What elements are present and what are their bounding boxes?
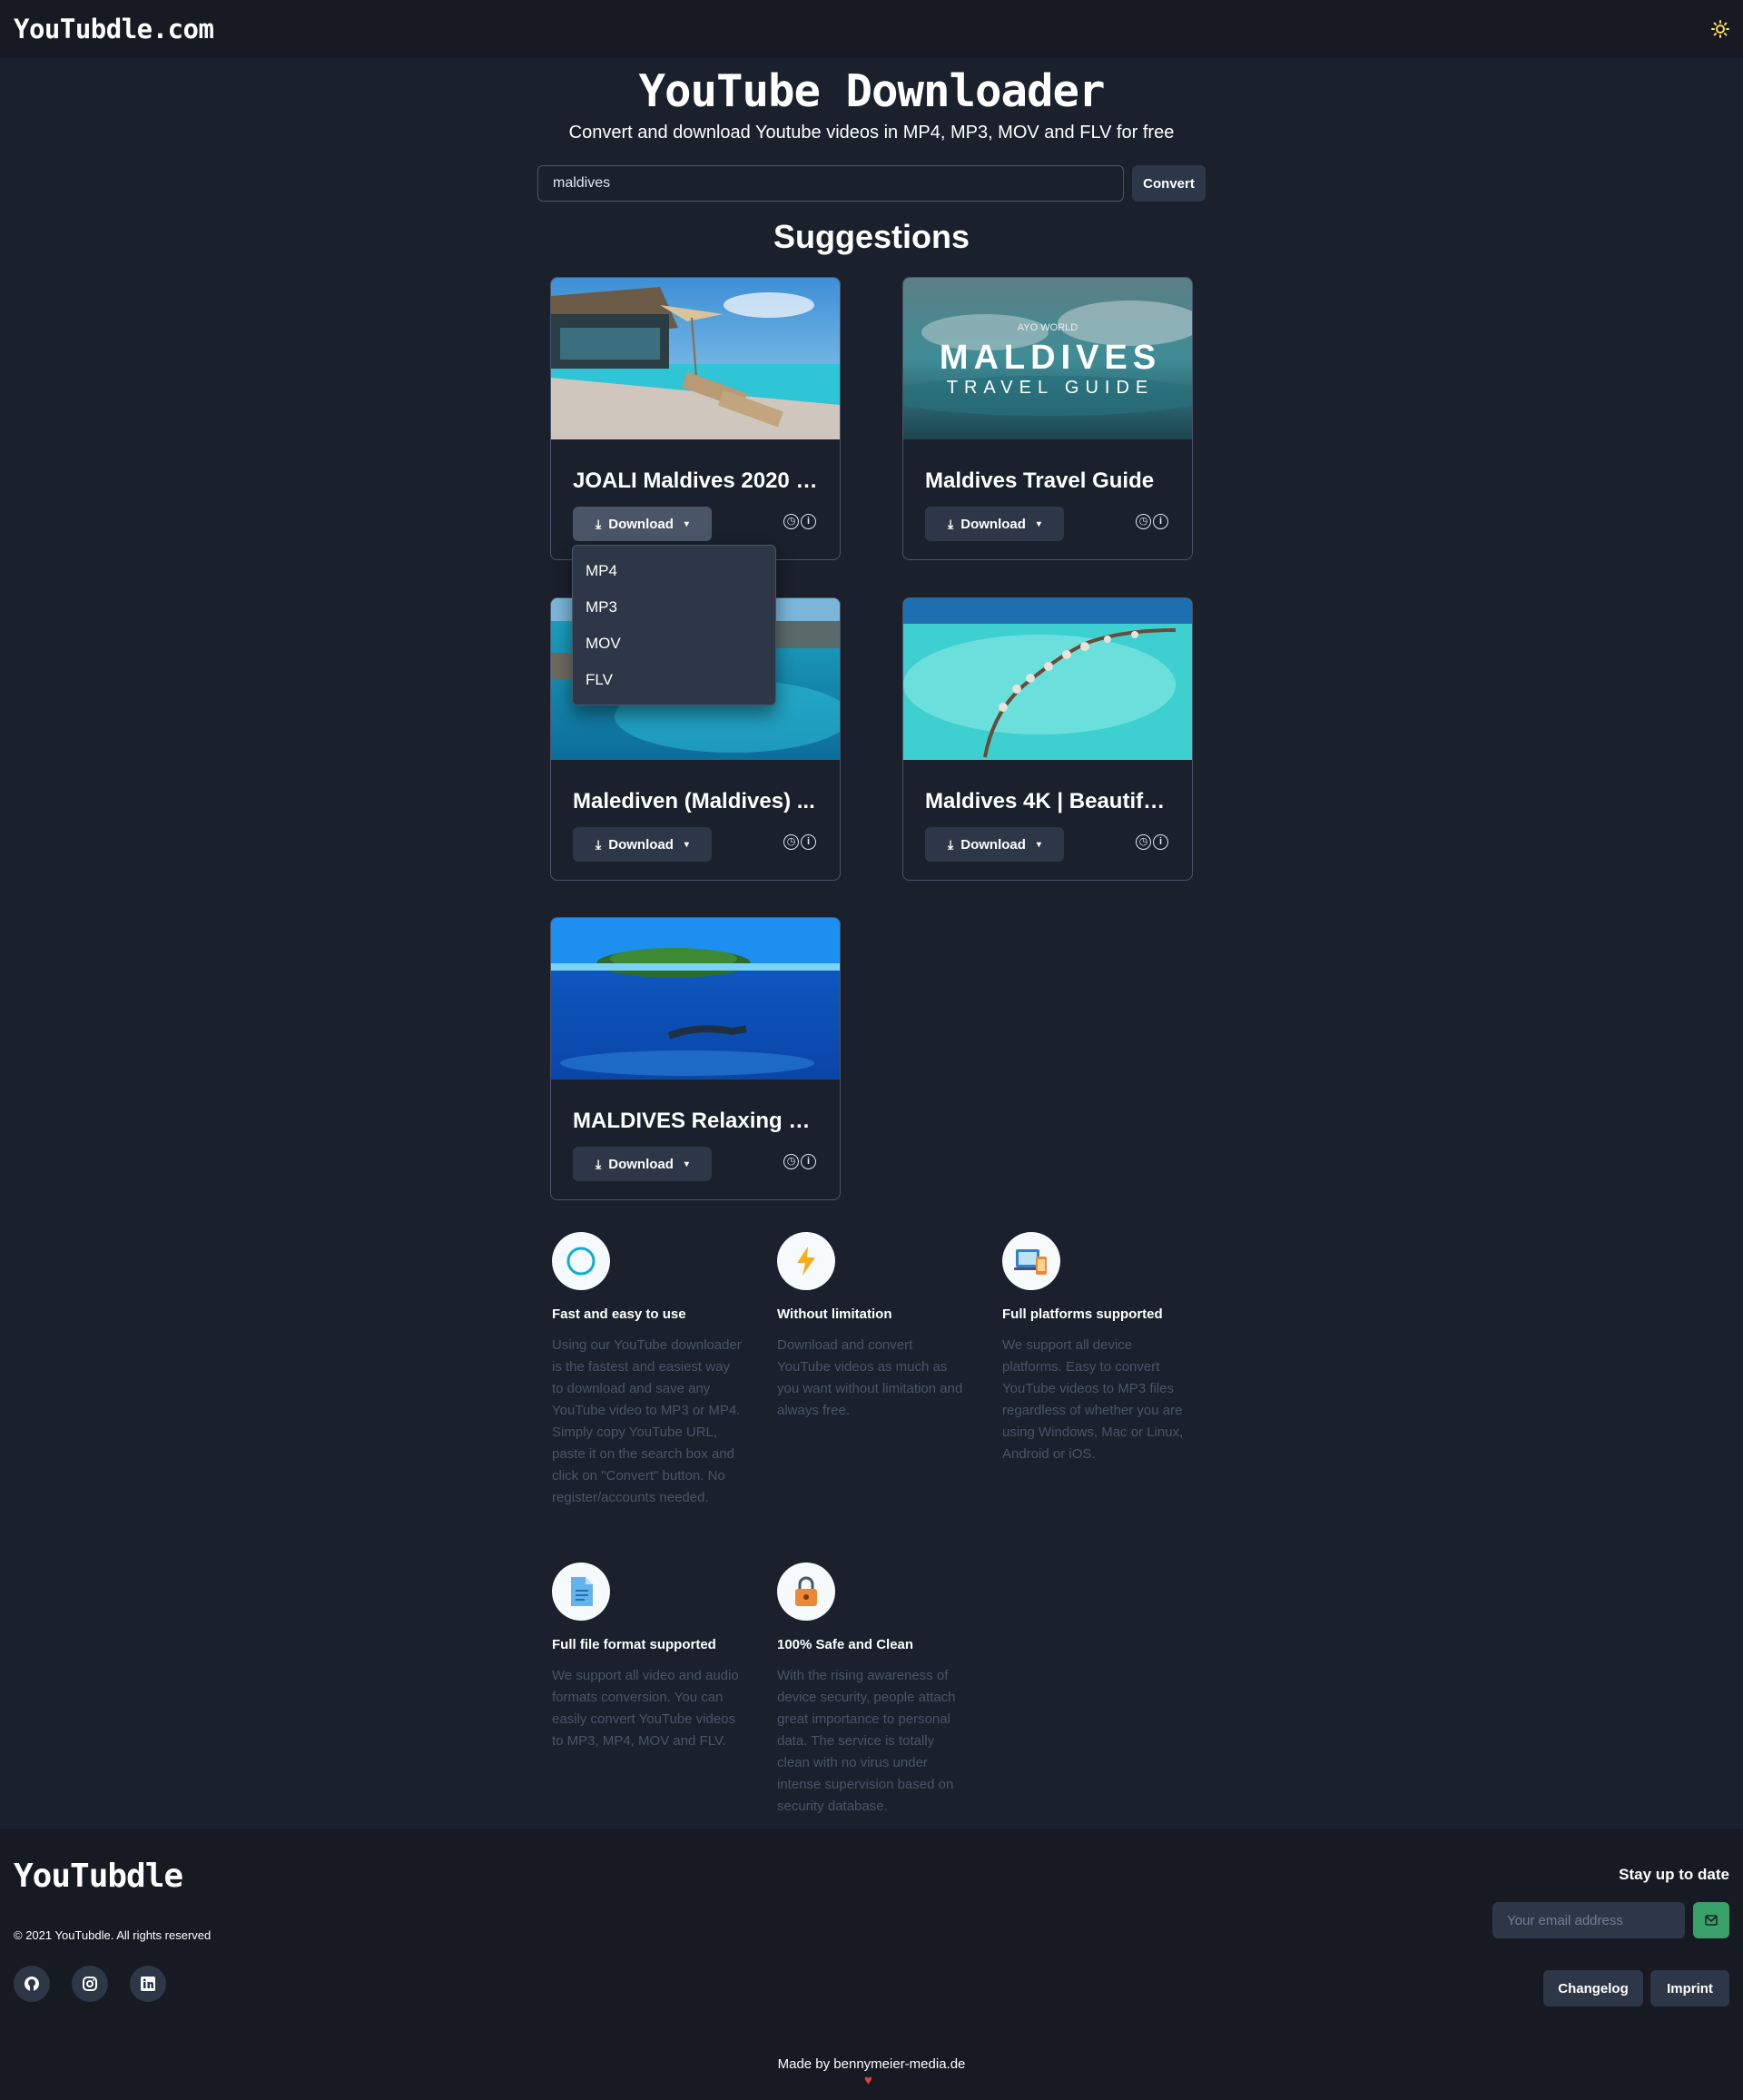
feature-fast: Fast and easy to use Using our YouTube d…: [552, 1232, 743, 1509]
download-icon: ⤓: [948, 516, 954, 531]
mail-icon: [1705, 1915, 1718, 1926]
devices-icon: [1002, 1232, 1060, 1290]
feature-platforms: Full platforms supported We support all …: [1002, 1232, 1193, 1465]
download-icon: ⤓: [596, 836, 602, 852]
document-icon: [552, 1563, 610, 1621]
feature-text: Using our YouTube downloader is the fast…: [552, 1337, 742, 1505]
instagram-icon[interactable]: [72, 1966, 108, 2002]
clock-icon[interactable]: ◷: [1136, 514, 1151, 529]
chevron-down-icon: ▾: [684, 1158, 689, 1169]
video-title[interactable]: MALDIVES Relaxing Ch...: [573, 1109, 822, 1134]
clock-icon[interactable]: ◷: [783, 514, 799, 529]
feature-text: We support all video and audio formats c…: [552, 1668, 739, 1749]
imprint-button[interactable]: Imprint: [1650, 1970, 1729, 2006]
feature-unlimited: Without limitation Download and convert …: [777, 1232, 968, 1422]
feature-title: Without limitation: [777, 1306, 892, 1322]
format-option-mov[interactable]: MOV: [573, 626, 775, 662]
thumbnail-title: MALDIVES: [940, 339, 1161, 377]
navbar: YouTubdle.com: [0, 0, 1743, 58]
social-links: [14, 1966, 166, 2002]
video-card: Maldives 4K | Beautiful... ⤓ Download ▾ …: [902, 597, 1193, 881]
format-option-mp4[interactable]: MP4: [573, 553, 775, 589]
chevron-down-icon: ▾: [1036, 839, 1041, 850]
feature-text: With the rising awareness of device secu…: [777, 1668, 956, 1814]
feature-text: Download and convert YouTube videos as m…: [777, 1337, 963, 1418]
feature-formats: Full file format supported We support al…: [552, 1563, 743, 1752]
info-icon[interactable]: i: [801, 834, 816, 850]
feature-title: Full file format supported: [552, 1637, 716, 1652]
video-title[interactable]: Maldives 4K | Beautiful...: [925, 789, 1175, 814]
format-option-mp3[interactable]: MP3: [573, 589, 775, 626]
info-icon[interactable]: i: [1153, 834, 1168, 850]
download-label: Download: [960, 836, 1026, 853]
video-title[interactable]: JOALI Maldives 2020 | ...: [573, 468, 822, 494]
chevron-down-icon: ▾: [684, 518, 689, 529]
page-subtitle: Convert and download Youtube videos in M…: [568, 123, 1175, 143]
download-icon: ⤓: [948, 836, 954, 852]
feature-text: We support all device platforms. Easy to…: [1002, 1337, 1184, 1462]
video-card: JOALI Maldives 2020 | ... ⤓ Download ▾ ◷…: [550, 277, 841, 560]
video-card: AYO WORLD MALDIVES TRAVEL GUIDE Maldives…: [902, 277, 1193, 560]
download-label: Download: [608, 516, 674, 532]
page-title: YouTube Downloader: [638, 65, 1105, 117]
video-title[interactable]: Malediven (Maldives) ...: [573, 789, 822, 814]
sun-icon[interactable]: [1704, 13, 1737, 45]
newsletter-title: Stay up to date: [1619, 1866, 1729, 1883]
video-title[interactable]: Maldives Travel Guide: [925, 468, 1175, 494]
feature-title: Full platforms supported: [1002, 1306, 1163, 1322]
thumbnail-brand: AYO WORLD: [1018, 322, 1078, 333]
circle-icon: [552, 1232, 610, 1290]
video-thumbnail[interactable]: AYO WORLD MALDIVES TRAVEL GUIDE: [903, 278, 1192, 439]
download-label: Download: [608, 1156, 674, 1172]
chevron-down-icon: ▾: [684, 839, 689, 850]
search-input[interactable]: [537, 165, 1124, 202]
suggestions-title: Suggestions: [773, 218, 970, 255]
clock-icon[interactable]: ◷: [1136, 834, 1151, 850]
info-icon[interactable]: i: [1153, 514, 1168, 529]
thumbnail-subtitle: TRAVEL GUIDE: [947, 378, 1154, 398]
brand-logo[interactable]: YouTubdle.com: [14, 14, 214, 44]
copyright: © 2021 YouTubdle. All rights reserved: [14, 1928, 212, 1942]
lightning-icon: [777, 1232, 835, 1290]
feature-safe: 100% Safe and Clean With the rising awar…: [777, 1563, 968, 1818]
footer-logo[interactable]: YouTubdle: [14, 1858, 183, 1895]
video-card: MALDIVES Relaxing Ch... ⤓ Download ▾ ◷ i: [550, 917, 841, 1200]
chevron-down-icon: ▾: [1036, 518, 1041, 529]
email-field[interactable]: [1492, 1902, 1685, 1938]
github-icon[interactable]: [14, 1966, 50, 2002]
footer: YouTubdle © 2021 YouTubdle. All rights r…: [0, 1829, 1743, 2100]
download-label: Download: [608, 836, 674, 853]
format-dropdown-menu: MP4 MP3 MOV FLV: [572, 545, 776, 705]
made-by[interactable]: Made by bennymeier-media.de: [0, 2056, 1743, 2072]
subscribe-button[interactable]: [1693, 1902, 1729, 1938]
video-thumbnail[interactable]: [551, 278, 840, 439]
heart-icon: ♥: [864, 2073, 872, 2088]
clock-icon[interactable]: ◷: [783, 834, 799, 850]
convert-button[interactable]: Convert: [1132, 165, 1206, 202]
feature-title: 100% Safe and Clean: [777, 1637, 914, 1652]
video-thumbnail[interactable]: [903, 598, 1192, 760]
info-icon[interactable]: i: [801, 1154, 816, 1169]
download-button[interactable]: ⤓ Download ▾: [573, 507, 712, 541]
search-bar: Convert: [537, 165, 1206, 202]
download-button[interactable]: ⤓ Download ▾: [573, 827, 712, 862]
feature-title: Fast and easy to use: [552, 1306, 686, 1322]
lock-icon: [777, 1563, 835, 1621]
download-button[interactable]: ⤓ Download ▾: [925, 507, 1064, 541]
download-icon: ⤓: [596, 516, 602, 531]
changelog-button[interactable]: Changelog: [1543, 1970, 1643, 2006]
download-button[interactable]: ⤓ Download ▾: [573, 1147, 712, 1181]
clock-icon[interactable]: ◷: [783, 1154, 799, 1169]
video-thumbnail[interactable]: [551, 918, 840, 1080]
download-icon: ⤓: [596, 1156, 602, 1171]
format-option-flv[interactable]: FLV: [573, 662, 775, 698]
download-label: Download: [960, 516, 1026, 532]
linkedin-icon[interactable]: [130, 1966, 166, 2002]
download-button[interactable]: ⤓ Download ▾: [925, 827, 1064, 862]
info-icon[interactable]: i: [801, 514, 816, 529]
